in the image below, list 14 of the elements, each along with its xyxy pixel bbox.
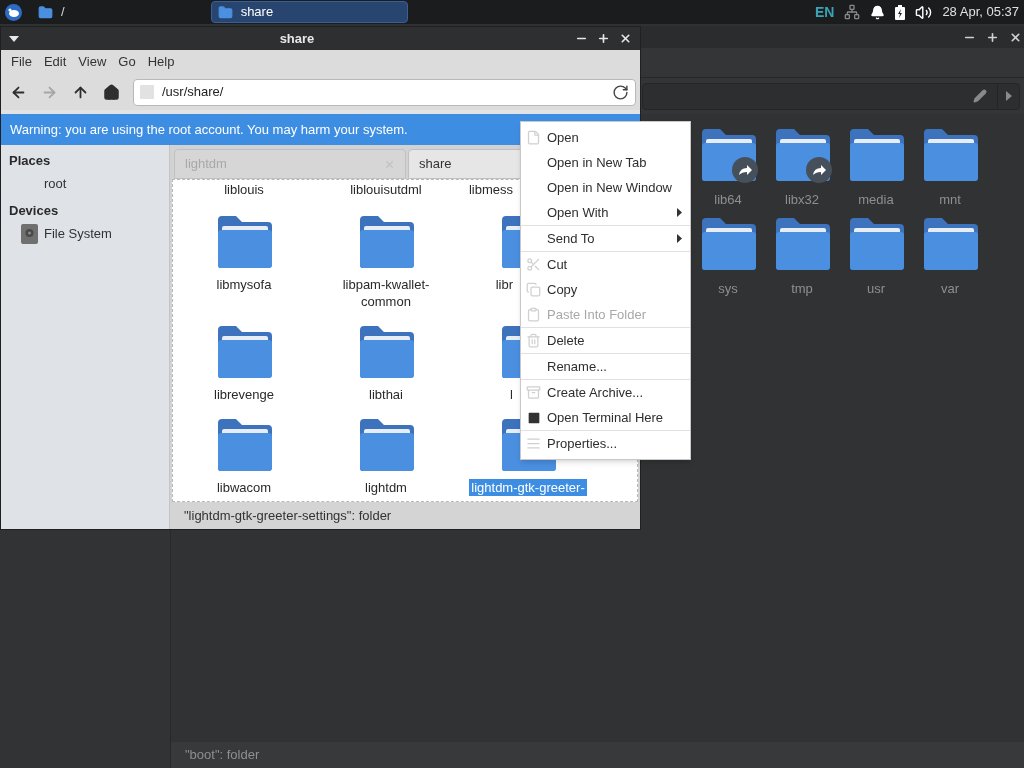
folder-label: tmp (791, 279, 813, 298)
status-text: "lightdm-gtk-greeter-settings": folder (184, 506, 392, 525)
folder-label: sys (718, 279, 738, 298)
folder-label: mnt (939, 191, 961, 209)
sidebar-heading: Devices (9, 202, 60, 220)
folder-label: media (858, 191, 894, 209)
folder-label: var (940, 279, 960, 298)
warning-text: Warning: you are using the root account. You may harm your system. (10, 120, 408, 139)
status-text: "boot": folder (185, 746, 260, 765)
folder-label: libx32 (785, 191, 819, 209)
sidebar-heading: Places (9, 152, 52, 170)
folder-label: lib64 (714, 191, 742, 209)
window-title: share (278, 29, 316, 48)
folder-label: usr (866, 279, 886, 298)
